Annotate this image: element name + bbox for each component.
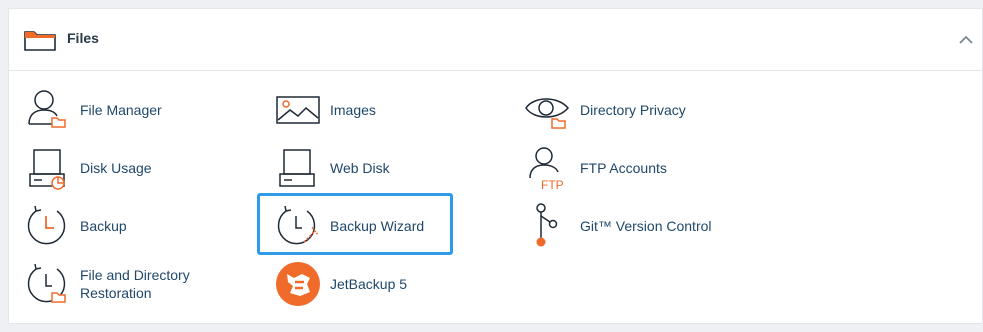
item-label[interactable]: FTP Accounts [580,159,667,177]
directory-privacy-icon [525,98,569,129]
item-label[interactable]: Directory Privacy [580,101,686,119]
item-disk-usage[interactable]: Disk Usage [24,144,234,192]
item-file-manager[interactable]: File Manager [24,86,234,134]
item-label[interactable]: Git™ Version Control [580,217,712,235]
item-jetbackup-5[interactable]: JetBackup 5 [274,260,484,308]
git-icon [536,203,558,247]
item-web-disk[interactable]: Web Disk [274,144,484,192]
selection-highlight [257,193,453,255]
file-manager-icon [28,90,66,128]
item-ftp-accounts[interactable]: FTP FTP Accounts [524,144,744,192]
item-backup[interactable]: Backup [24,202,234,250]
item-directory-privacy[interactable]: Directory Privacy [524,86,744,134]
item-label[interactable]: JetBackup 5 [330,275,407,293]
svg-text:FTP: FTP [541,178,564,192]
disk-usage-icon [29,149,65,190]
jetbackup-icon [276,262,320,306]
item-git-version-control[interactable]: Git™ Version Control [524,202,744,250]
chevron-up-icon[interactable] [958,34,974,46]
backup-icon [27,205,66,245]
web-disk-icon [279,149,315,187]
item-file-directory-restoration[interactable]: File and Directory Restoration [24,260,234,308]
item-images[interactable]: Images [274,86,484,134]
files-panel-header[interactable]: Files [9,9,982,71]
item-label[interactable]: Web Disk [330,159,390,177]
ftp-accounts-icon: FTP [529,147,564,192]
panel-title: Files [67,30,99,46]
item-label[interactable]: File and Directory Restoration [80,266,230,302]
item-label[interactable]: File Manager [80,101,162,119]
folder-icon [24,31,56,51]
restoration-icon [27,263,66,303]
item-label[interactable]: Images [330,101,376,119]
item-label[interactable]: Disk Usage [80,159,152,177]
images-icon [276,96,320,124]
item-label[interactable]: Backup [80,217,127,235]
